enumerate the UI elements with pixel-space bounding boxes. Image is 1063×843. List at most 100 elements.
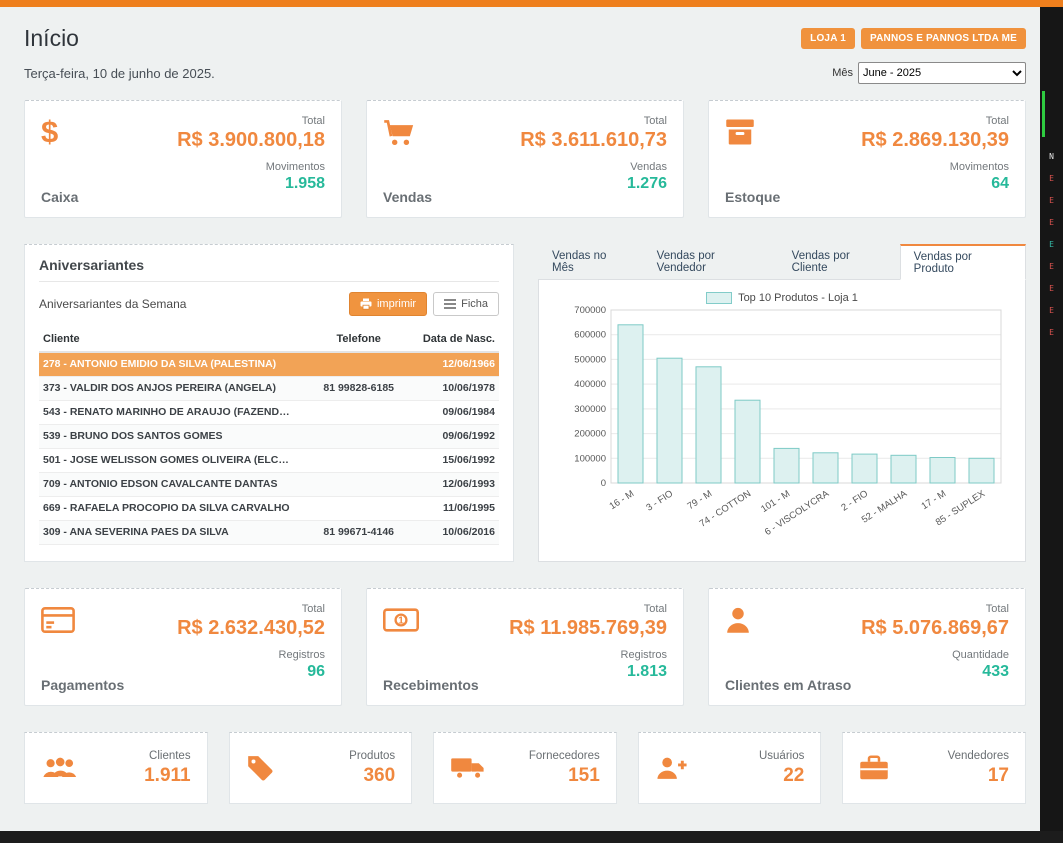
tile-vendedores: Vendedores 17	[842, 732, 1026, 804]
cell-cliente: 278 - ANTONIO EMIDIO DA SILVA (PALESTINA…	[39, 352, 306, 376]
edge-glyph: E	[1049, 241, 1054, 249]
chart-legend: Top 10 Produtos - Loja 1	[706, 292, 858, 304]
table-row[interactable]: 709 - ANTONIO EDSON CAVALCANTE DANTAS 12…	[39, 472, 499, 496]
cell-telefone: 81 99828-6185	[306, 376, 412, 400]
svg-text:1: 1	[398, 616, 404, 627]
credit-card-icon	[41, 601, 124, 639]
cell-nascimento: 12/06/1993	[412, 472, 499, 496]
table-row[interactable]: 501 - JOSE WELISSON GOMES OLIVEIRA (ELC……	[39, 448, 499, 472]
cell-telefone: 81 99671-4146	[306, 520, 412, 544]
edge-glyph: E	[1049, 197, 1054, 205]
table-row[interactable]: 309 - ANA SEVERINA PAES DA SILVA 81 9967…	[39, 520, 499, 544]
bottom-window-edge	[0, 831, 1063, 843]
count-label: Registros	[621, 649, 667, 661]
stat-card-recebimentos: 1 Recebimentos Total R$ 11.985.769,39 Re…	[366, 588, 684, 706]
cell-cliente: 373 - VALDIR DOS ANJOS PEREIRA (ANGELA)	[39, 376, 306, 400]
svg-text:500000: 500000	[574, 354, 606, 365]
cell-telefone	[306, 424, 412, 448]
stat-card-caixa: $ Caixa Total R$ 3.900.800,18 Movimentos…	[24, 100, 342, 218]
stat-card-estoque: Estoque Total R$ 2.869.130,39 Movimentos…	[708, 100, 1026, 218]
bottom-stat-cards: Pagamentos Total R$ 2.632.430,52 Registr…	[24, 588, 1026, 706]
birthdays-table: Cliente Telefone Data de Nasc. 278 - ANT…	[39, 327, 499, 545]
ficha-button[interactable]: Ficha	[433, 292, 499, 316]
tile-label: Fornecedores	[529, 750, 600, 762]
top-stat-cards: $ Caixa Total R$ 3.900.800,18 Movimentos…	[24, 100, 1026, 218]
month-picker: Mês June - 2025	[832, 62, 1026, 84]
table-row[interactable]: 669 - RAFAELA PROCOPIO DA SILVA CARVALHO…	[39, 496, 499, 520]
cell-telefone	[306, 448, 412, 472]
table-row[interactable]: 543 - RENATO MARINHO DE ARAUJO (FAZEND… …	[39, 400, 499, 424]
truck-icon	[450, 755, 486, 781]
company-badge[interactable]: PANNOS E PANNOS LTDA ME	[861, 28, 1026, 49]
count-value: 1.813	[627, 663, 667, 681]
table-row[interactable]: 373 - VALDIR DOS ANJOS PEREIRA (ANGELA) …	[39, 376, 499, 400]
table-row[interactable]: 539 - BRUNO DOS SANTOS GOMES 09/06/1992	[39, 424, 499, 448]
count-label: Movimentos	[266, 161, 325, 173]
list-icon	[444, 299, 456, 309]
tile-value: 17	[948, 765, 1009, 787]
cell-nascimento: 11/06/1995	[412, 496, 499, 520]
cell-cliente: 669 - RAFAELA PROCOPIO DA SILVA CARVALHO	[39, 496, 306, 520]
cell-telefone	[306, 352, 412, 376]
birthdays-subtitle: Aniversariantes da Semana	[39, 297, 186, 311]
total-label: Total	[986, 115, 1009, 127]
edge-glyph: E	[1049, 175, 1054, 183]
count-value: 64	[991, 175, 1009, 193]
total-label: Total	[644, 115, 667, 127]
count-value: 433	[982, 663, 1009, 681]
svg-text:200000: 200000	[574, 429, 606, 440]
dashboard-content: Início LOJA 1 PANNOS E PANNOS LTDA ME Te…	[0, 7, 1040, 831]
birthdays-panel: Aniversariantes Aniversariantes da Seman…	[24, 244, 514, 562]
tile-clientes: Clientes 1.911	[24, 732, 208, 804]
page-header: Início LOJA 1 PANNOS E PANNOS LTDA ME	[24, 25, 1026, 52]
svg-text:600000: 600000	[574, 330, 606, 341]
cell-cliente: 709 - ANTONIO EDSON CAVALCANTE DANTAS	[39, 472, 306, 496]
edge-glyph: E	[1049, 285, 1054, 293]
column-header-cliente: Cliente	[39, 327, 306, 352]
column-header-telefone: Telefone	[306, 327, 412, 352]
print-button[interactable]: imprimir	[349, 292, 427, 316]
stat-title: Pagamentos	[41, 677, 124, 693]
cell-nascimento: 09/06/1984	[412, 400, 499, 424]
svg-text:300000: 300000	[574, 404, 606, 415]
summary-tiles: Clientes 1.911 Produtos 360 Fornecedores…	[24, 732, 1026, 804]
cart-icon	[383, 113, 432, 151]
page-title: Início	[24, 25, 79, 52]
cell-nascimento: 12/06/1966	[412, 352, 499, 376]
tab-vendas-no-mes[interactable]: Vendas no Mês	[538, 244, 643, 279]
column-header-nascimento: Data de Nasc.	[412, 327, 499, 352]
edge-glyph: E	[1049, 263, 1054, 271]
cell-telefone	[306, 472, 412, 496]
cell-cliente: 309 - ANA SEVERINA PAES DA SILVA	[39, 520, 306, 544]
user-plus-icon	[655, 755, 689, 781]
user-icon	[725, 601, 851, 639]
count-label: Vendas	[630, 161, 667, 173]
tab-vendas-por-produto[interactable]: Vendas por Produto	[900, 244, 1026, 280]
count-value: 1.958	[285, 175, 325, 193]
printer-icon	[360, 298, 372, 310]
table-row[interactable]: 278 - ANTONIO EMIDIO DA SILVA (PALESTINA…	[39, 352, 499, 376]
svg-text:17 - M: 17 - M	[920, 488, 949, 512]
month-select[interactable]: June - 2025	[858, 62, 1026, 84]
svg-text:2 - FIO: 2 - FIO	[839, 488, 870, 513]
svg-text:101 - M: 101 - M	[759, 488, 792, 515]
svg-text:700000: 700000	[574, 305, 606, 316]
cell-telefone	[306, 400, 412, 424]
svg-text:400000: 400000	[574, 379, 606, 390]
stat-title: Vendas	[383, 189, 432, 205]
tab-vendas-por-cliente[interactable]: Vendas por Cliente	[778, 244, 900, 279]
dollar-icon: $	[41, 113, 78, 151]
sales-panel: Vendas no Mês Vendas por Vendedor Vendas…	[538, 244, 1026, 562]
tag-icon	[246, 755, 274, 781]
background-window-edge: N E E E E E E E E	[1040, 7, 1063, 831]
tile-usuarios: Usuários 22	[638, 732, 822, 804]
svg-text:0: 0	[601, 478, 606, 489]
briefcase-icon	[859, 755, 889, 781]
svg-text:100000: 100000	[574, 453, 606, 464]
store-badge[interactable]: LOJA 1	[801, 28, 855, 49]
tab-vendas-por-vendedor[interactable]: Vendas por Vendedor	[643, 244, 778, 279]
legend-swatch	[706, 292, 732, 304]
count-value: 1.276	[627, 175, 667, 193]
svg-text:6 - VISCOLYCRA: 6 - VISCOLYCRA	[763, 488, 832, 538]
tile-fornecedores: Fornecedores 151	[433, 732, 617, 804]
